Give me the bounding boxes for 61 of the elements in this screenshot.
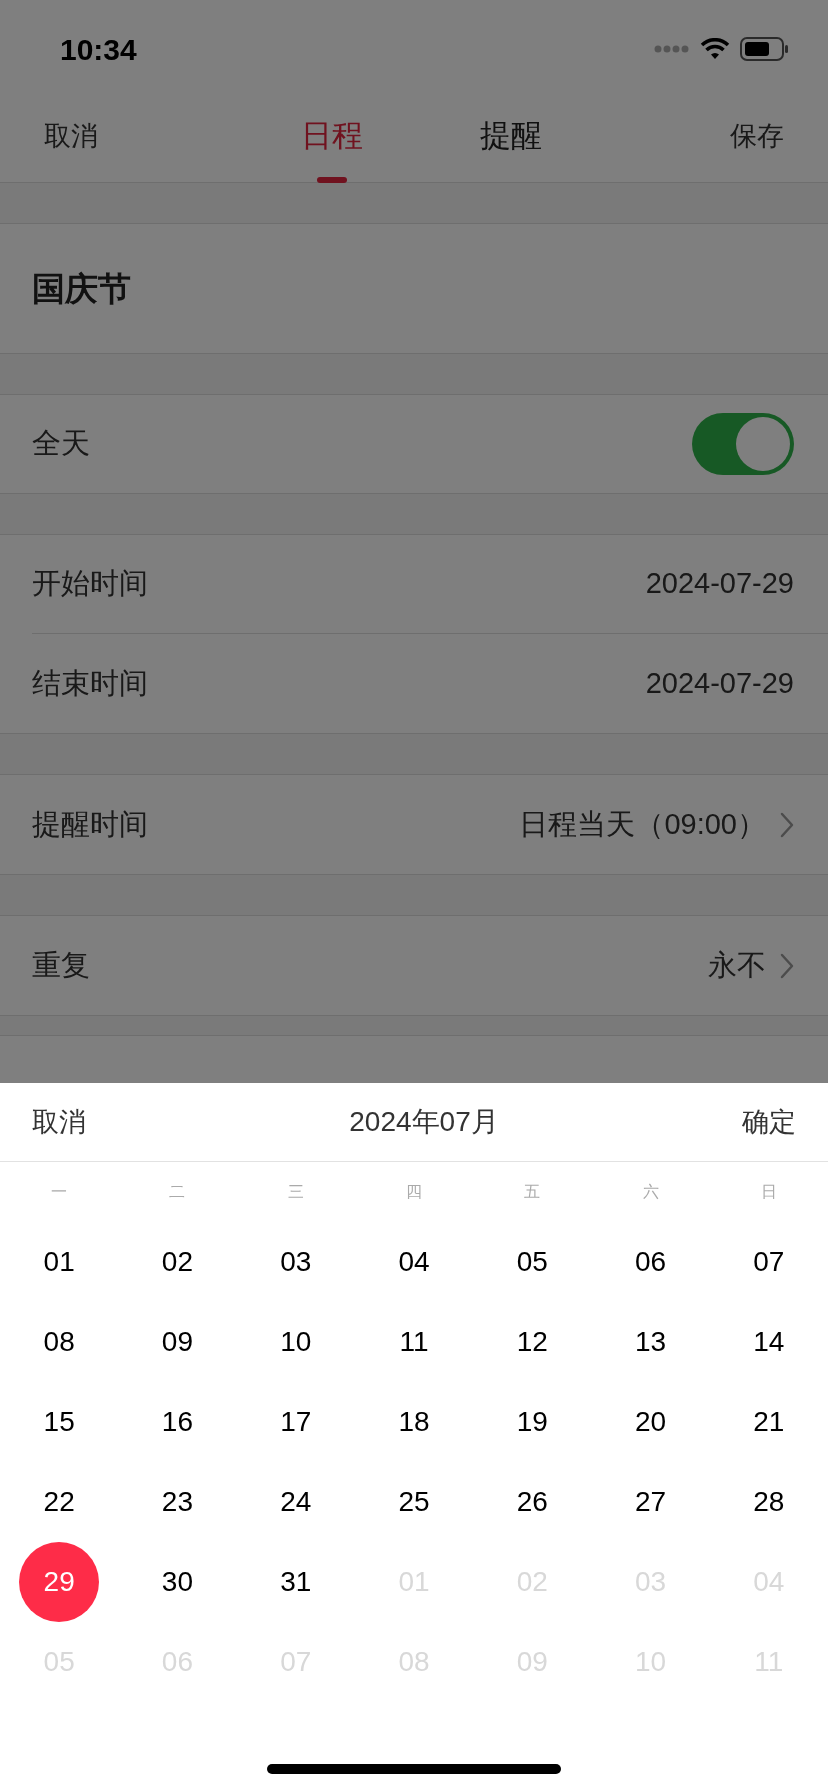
weekday-label: 日 xyxy=(760,1182,777,1202)
row-label: 开始时间 xyxy=(32,566,148,602)
calendar-day[interactable]: 01 xyxy=(19,1222,100,1302)
calendar-day[interactable]: 12 xyxy=(492,1302,573,1382)
weekday-label: 四 xyxy=(406,1182,422,1202)
save-button[interactable]: 保存 xyxy=(730,115,784,157)
calendar-day[interactable]: 05 xyxy=(492,1222,573,1302)
tab[interactable]: 提醒 xyxy=(479,89,542,183)
calendar-day[interactable]: 10 xyxy=(255,1302,336,1382)
cancel-button[interactable]: 取消 xyxy=(32,1101,86,1143)
row-value: 永不 xyxy=(708,947,766,983)
calendar-day[interactable]: 27 xyxy=(610,1462,691,1542)
calendar-day[interactable]: 20 xyxy=(610,1382,691,1462)
signal-icon xyxy=(654,45,690,53)
calendar-day[interactable]: 13 xyxy=(610,1302,691,1382)
calendar-day[interactable]: 15 xyxy=(19,1382,100,1462)
calendar-day[interactable]: 28 xyxy=(728,1462,809,1542)
calendar-day[interactable]: 14 xyxy=(728,1302,809,1382)
calendar-day[interactable]: 25 xyxy=(374,1462,454,1542)
calendar-day[interactable]: 17 xyxy=(255,1382,336,1462)
row-value: 2024-07-29 xyxy=(645,566,794,602)
weekday-label: 五 xyxy=(524,1182,541,1202)
cancel-button[interactable]: 取消 xyxy=(44,115,98,157)
calendar-day[interactable]: 09 xyxy=(137,1302,218,1382)
weekday-label: 二 xyxy=(169,1182,186,1202)
calendar-day[interactable]: 26 xyxy=(492,1462,573,1542)
calendar-day[interactable]: 22 xyxy=(19,1462,100,1542)
weekday-label: 一 xyxy=(51,1182,68,1202)
calendar-day[interactable]: 18 xyxy=(374,1382,454,1462)
chevron-right-icon xyxy=(780,952,794,979)
calendar-day[interactable]: 07 xyxy=(728,1222,809,1302)
calendar-day[interactable]: 06 xyxy=(610,1222,691,1302)
row-label: 结束时间 xyxy=(32,665,148,701)
row-label: 重复 xyxy=(32,947,90,983)
calendar-day[interactable]: 24 xyxy=(255,1462,336,1542)
row-label: 全天 xyxy=(32,426,90,462)
tab-underline xyxy=(316,176,347,183)
weekday-label: 三 xyxy=(287,1182,304,1202)
event-title: 国庆节 xyxy=(32,268,131,309)
calendar-day[interactable]: 11 xyxy=(374,1302,454,1382)
calendar-day[interactable]: 23 xyxy=(137,1462,218,1542)
calendar-day[interactable]: 21 xyxy=(728,1382,809,1462)
calendar-day[interactable]: 30 xyxy=(137,1542,218,1622)
month-title: 2024年07月 xyxy=(348,1105,499,1139)
row-value: 日程当天（09:00） xyxy=(519,806,766,842)
row-label: 提醒时间 xyxy=(32,806,148,842)
status-time: 10:34 xyxy=(60,31,137,68)
calendar-day[interactable]: 08 xyxy=(19,1302,100,1382)
calendar-day[interactable]: 31 xyxy=(255,1542,336,1622)
calendar-day[interactable]: 16 xyxy=(137,1382,218,1462)
confirm-button[interactable]: 确定 xyxy=(742,1101,796,1143)
calendar-day[interactable]: 02 xyxy=(137,1222,218,1302)
chevron-right-icon xyxy=(780,811,794,838)
calendar-day[interactable]: 29 xyxy=(19,1542,100,1622)
calendar-day[interactable]: 04 xyxy=(374,1222,454,1302)
calendar-day[interactable]: 19 xyxy=(492,1382,573,1462)
calendar-day[interactable]: 03 xyxy=(255,1222,336,1302)
wifi-icon xyxy=(700,38,730,60)
row-value: 2024-07-29 xyxy=(645,665,794,701)
weekday-label: 六 xyxy=(642,1182,659,1202)
battery-icon xyxy=(740,37,788,61)
